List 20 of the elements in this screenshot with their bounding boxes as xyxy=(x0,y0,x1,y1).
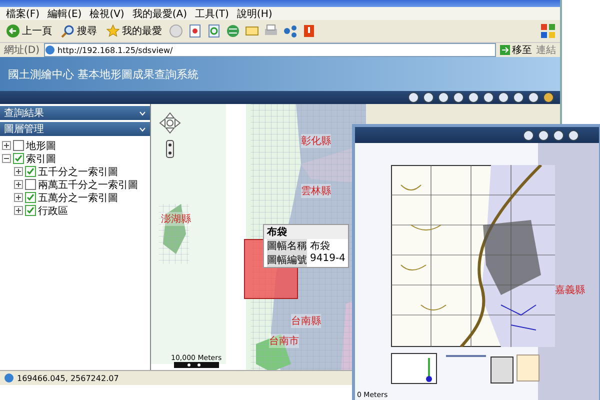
layer-label: 索引圖 xyxy=(26,152,56,166)
county-label: 澎湖縣 xyxy=(161,212,191,226)
address-label: 網址(D) xyxy=(4,44,40,57)
coordinates-text: 169466.045, 2567242.07 xyxy=(17,374,119,382)
field-value: 9419-4 xyxy=(310,253,346,266)
layer-label: 五萬分之一索引圖 xyxy=(38,192,118,204)
layer-label: 地形圖 xyxy=(26,140,56,152)
county-label: 台南市 xyxy=(269,334,299,348)
layer-label: 行政區 xyxy=(38,204,68,218)
layer-label: 兩萬五千分之一索引圖 xyxy=(38,178,138,192)
layer-label: 五千分之一索引圖 xyxy=(38,166,118,178)
app-title: 國土測繪中心 基本地形圖成果查詢系統 xyxy=(8,66,198,82)
county-label: 台南縣 xyxy=(291,314,321,328)
field-value: 布袋 xyxy=(310,240,330,253)
county-label: 嘉義縣 xyxy=(555,284,585,297)
county-label: 雲林縣 xyxy=(301,184,331,198)
field-label: 圖幅名稱 xyxy=(267,239,307,253)
county-label: 彰化縣 xyxy=(301,134,331,148)
popup-title: 布袋 xyxy=(264,225,348,239)
field-label: 圖幅編號 xyxy=(267,253,307,267)
